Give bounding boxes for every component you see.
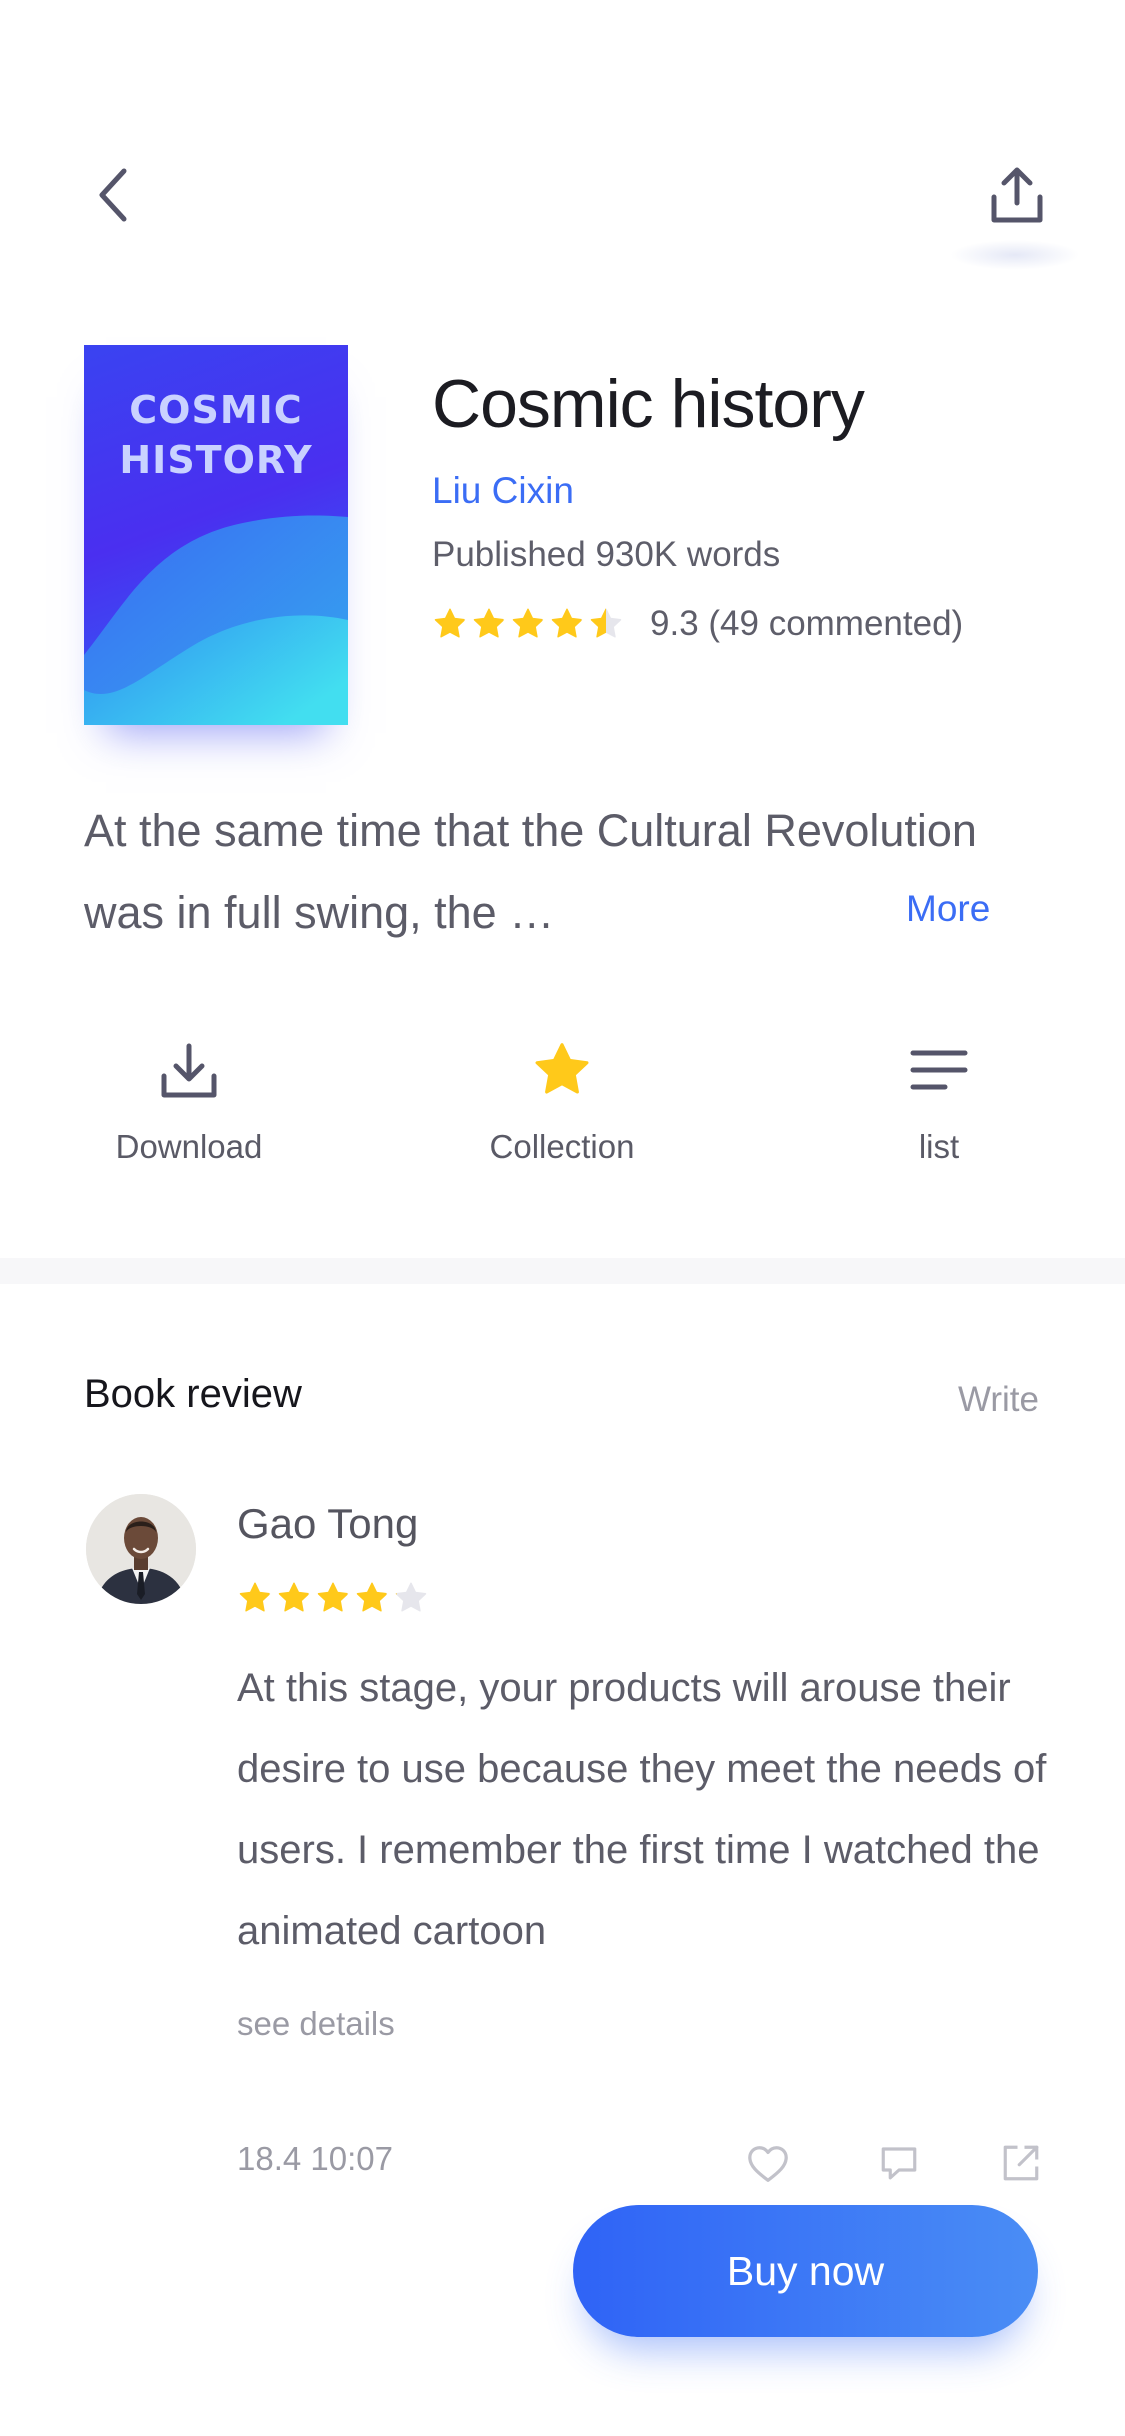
list-icon: [910, 1050, 968, 1090]
cover-title: COSMIC HISTORY: [119, 388, 313, 482]
heart-icon: [748, 2146, 788, 2182]
external-share-icon: [1003, 2145, 1039, 2181]
like-button[interactable]: [740, 2135, 796, 2191]
download-icon: [161, 1043, 217, 1098]
star-icon: [512, 608, 544, 638]
review-timestamp: 18.4 10:07: [237, 2140, 393, 2177]
avatar-portrait: [86, 1494, 196, 1604]
buy-now-button[interactable]: Buy now: [573, 2205, 1038, 2337]
avatar[interactable]: [86, 1494, 196, 1604]
share-button-shadow: [950, 240, 1080, 270]
download-button[interactable]: Download: [59, 1030, 319, 1166]
see-details-link[interactable]: see details: [237, 2005, 395, 2043]
share-review-button[interactable]: [993, 2135, 1049, 2191]
collection-button[interactable]: Collection: [432, 1030, 692, 1166]
star-icon: [434, 608, 466, 638]
comment-icon: [881, 2147, 917, 2180]
rating-stars: [432, 606, 624, 642]
share-upload-icon: [991, 167, 1043, 223]
review-stars: [237, 1580, 429, 1616]
star-icon: [551, 608, 583, 638]
star-icon: [356, 1582, 388, 1612]
star-icon: [317, 1582, 349, 1612]
comment-button[interactable]: [871, 2135, 927, 2191]
collection-label: Collection: [489, 1128, 635, 1165]
star-icon: [395, 1582, 427, 1612]
section-divider: [0, 1258, 1125, 1284]
reviewer-name: Gao Tong: [237, 1500, 419, 1547]
list-button[interactable]: list: [809, 1030, 1069, 1166]
more-link[interactable]: More: [906, 888, 990, 930]
download-label: Download: [115, 1128, 263, 1165]
word-count: Published 930K words: [432, 535, 781, 574]
write-review-link[interactable]: Write: [958, 1380, 1039, 1420]
share-button[interactable]: [972, 150, 1062, 240]
back-button[interactable]: [84, 160, 144, 230]
author-link[interactable]: Liu Cixin: [432, 470, 574, 512]
star-icon: [590, 608, 622, 638]
review-section-title: Book review: [84, 1372, 302, 1416]
review-text: At this stage, your products will arouse…: [237, 1666, 1047, 1953]
star-icon: [473, 608, 505, 638]
book-title: Cosmic history: [432, 366, 865, 442]
star-icon: [535, 1043, 589, 1094]
book-cover: COSMIC HISTORY: [84, 345, 348, 725]
star-icon: [278, 1582, 310, 1612]
star-icon: [239, 1582, 271, 1612]
book-summary: At the same time that the Cultural Revol…: [84, 805, 977, 938]
chevron-left-icon: [99, 168, 127, 222]
rating-text: 9.3 (49 commented): [650, 604, 964, 643]
list-label: list: [918, 1128, 960, 1165]
rating-row: 9.3 (49 commented): [432, 604, 963, 644]
